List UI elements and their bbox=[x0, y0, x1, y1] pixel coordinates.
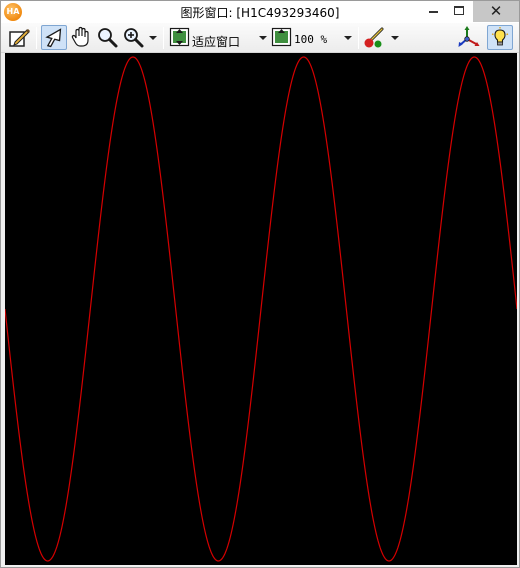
toolbar: 适应窗口 100 % bbox=[1, 23, 519, 53]
chevron-down-icon bbox=[391, 36, 399, 40]
title-bar[interactable]: HA 图形窗口: [H1C493293460] ✕ bbox=[1, 1, 519, 23]
chevron-down-icon bbox=[149, 36, 157, 40]
toolbar-separator bbox=[36, 27, 37, 49]
toolbar-separator bbox=[163, 27, 164, 49]
chevron-down-icon bbox=[259, 36, 267, 40]
minimize-icon bbox=[429, 11, 438, 13]
fit-window-dropdown[interactable]: 适应窗口 bbox=[169, 25, 267, 50]
zoom-percent-icon bbox=[271, 27, 292, 47]
zoom-percent-value: 100 % bbox=[294, 33, 328, 46]
maximize-icon bbox=[454, 6, 464, 15]
sine-curve bbox=[5, 56, 517, 562]
close-icon: ✕ bbox=[489, 2, 503, 20]
color-dropdown[interactable] bbox=[363, 25, 399, 50]
magnifier-plus-icon bbox=[124, 28, 144, 48]
lightbulb-button[interactable] bbox=[487, 25, 513, 50]
zoom-percent-dropdown[interactable]: 100 % bbox=[271, 25, 355, 50]
fit-window-icon bbox=[169, 27, 190, 47]
minimize-button[interactable] bbox=[420, 1, 446, 22]
graphics-canvas[interactable] bbox=[5, 53, 517, 565]
axes-3d-icon bbox=[458, 26, 480, 47]
pointer-button[interactable] bbox=[41, 25, 67, 50]
close-button[interactable]: ✕ bbox=[473, 1, 519, 22]
edit-button[interactable] bbox=[7, 25, 31, 50]
magnifier-icon bbox=[98, 28, 118, 48]
fit-window-label: 适应窗口 bbox=[192, 35, 241, 49]
graphics-window: HA 图形窗口: [H1C493293460] ✕ 适应窗口 100 % bbox=[0, 0, 520, 568]
axes-3d-button[interactable] bbox=[457, 25, 481, 50]
pan-button[interactable] bbox=[69, 25, 93, 50]
lightbulb-icon bbox=[491, 27, 509, 46]
pointer-arrow-icon bbox=[45, 28, 62, 48]
zoom-in-button[interactable] bbox=[121, 25, 157, 50]
zoom-button[interactable] bbox=[95, 25, 119, 50]
color-palette-icon bbox=[364, 27, 384, 48]
toolbar-separator bbox=[358, 27, 359, 49]
sine-plot bbox=[5, 56, 517, 562]
maximize-button[interactable] bbox=[446, 1, 472, 22]
edit-pencil-icon bbox=[9, 29, 30, 47]
chevron-down-icon bbox=[344, 36, 352, 40]
hand-pan-icon bbox=[71, 26, 89, 47]
